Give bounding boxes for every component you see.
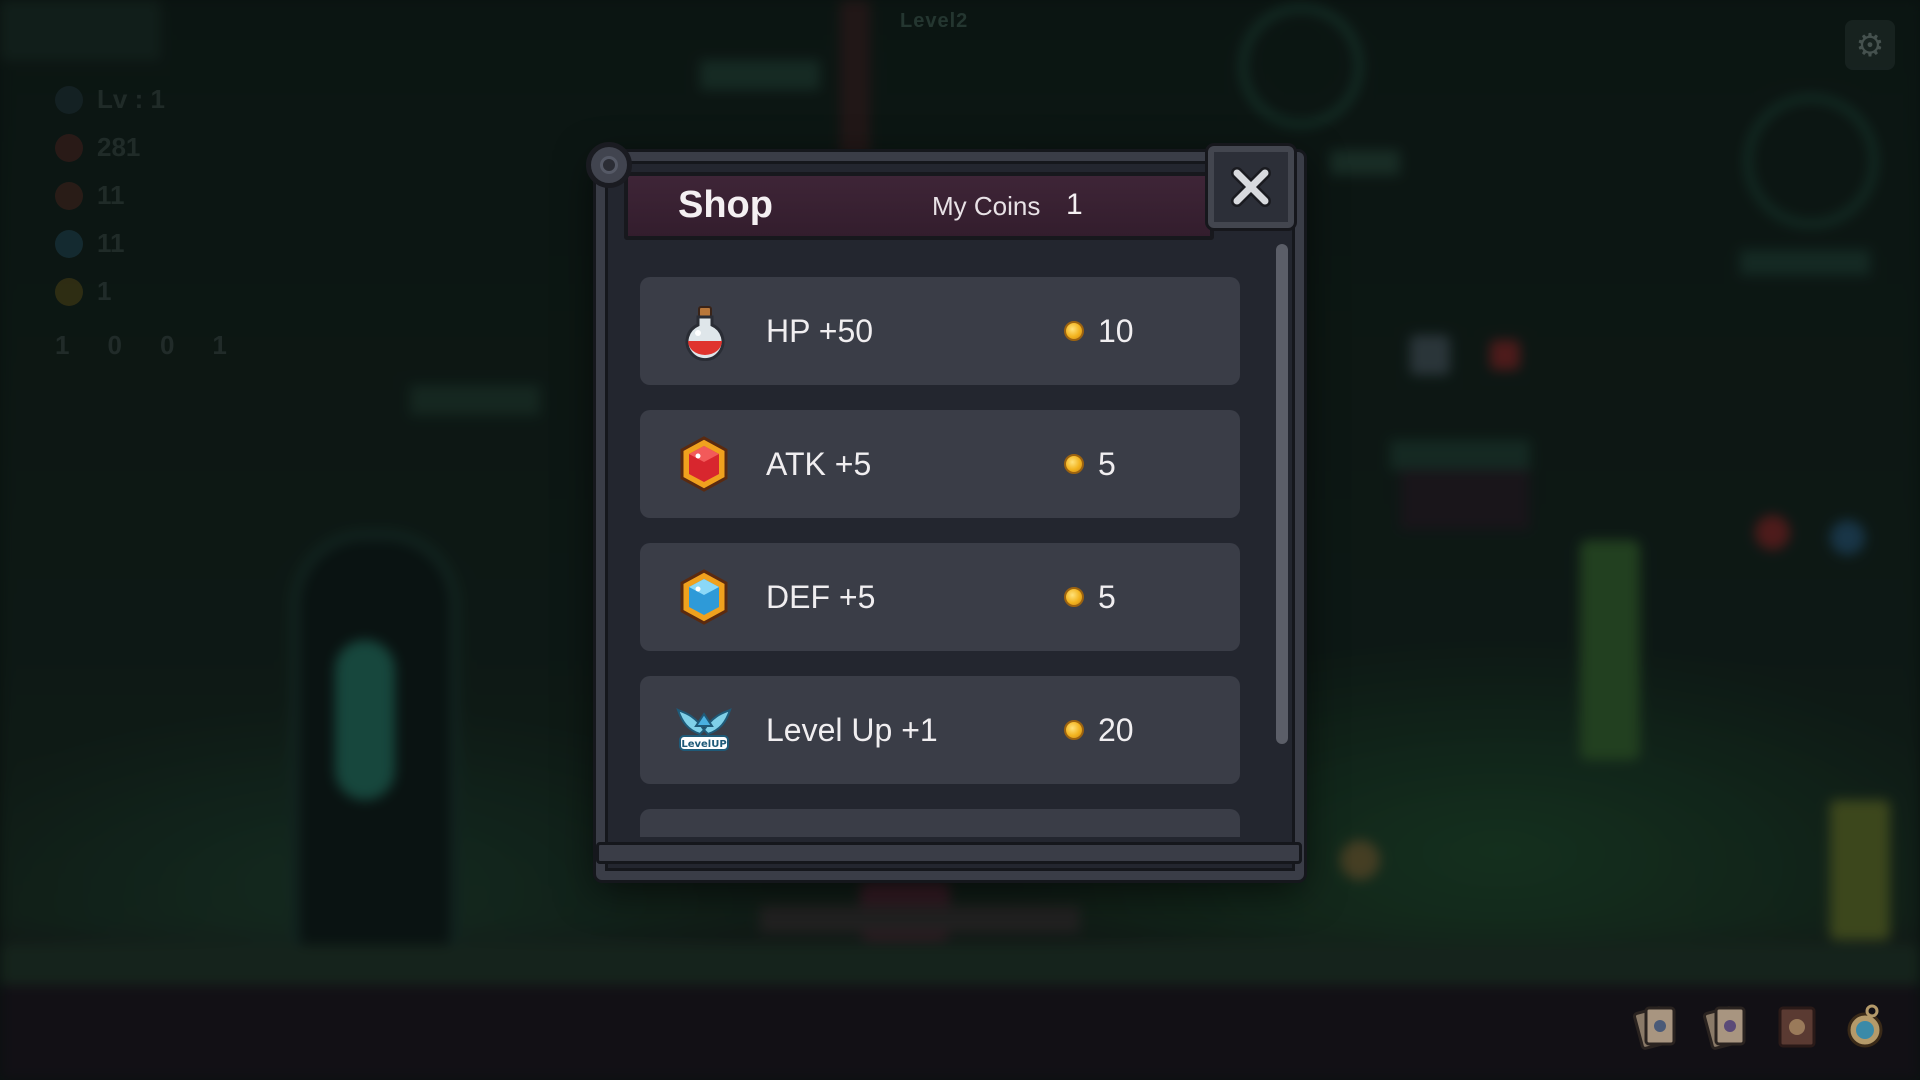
card-deck-icon[interactable]	[1630, 1000, 1684, 1054]
item-label: DEF +5	[766, 579, 876, 615]
close-button[interactable]	[1208, 146, 1294, 228]
card-deck-2-icon[interactable]	[1700, 1000, 1754, 1054]
shop-item-partial[interactable]	[640, 809, 1240, 837]
coin-icon	[1064, 454, 1084, 474]
scroll-thumb[interactable]	[1276, 244, 1288, 744]
shop-item-hp[interactable]: HP +50 10	[640, 277, 1240, 385]
shop-item-list[interactable]: HP +50 10 ATK +5 5 DEF +5 5 LevelUP Leve…	[640, 277, 1252, 837]
level-up-icon: LevelUP	[674, 700, 734, 760]
item-price: 5	[1098, 579, 1116, 615]
frame-knob-icon	[586, 142, 632, 188]
item-label: Level Up +1	[766, 712, 938, 748]
coin-icon	[1064, 587, 1084, 607]
blue-gem-icon	[674, 567, 734, 627]
red-gem-icon	[674, 434, 734, 494]
my-coins-label: My Coins	[932, 191, 1041, 221]
shop-item-def[interactable]: DEF +5 5	[640, 543, 1240, 651]
spellbook-icon[interactable]	[1770, 1000, 1824, 1054]
shop-window: Shop My Coins 1 HP +50 10 ATK +5 5 DEF +…	[586, 142, 1304, 880]
shop-item-level-up[interactable]: LevelUP Level Up +1 20	[640, 676, 1240, 784]
level-up-badge-text: LevelUP	[681, 739, 726, 750]
item-label: ATK +5	[766, 446, 872, 482]
my-coins-value: 1	[1066, 188, 1083, 221]
coin-icon	[1064, 321, 1084, 341]
item-label: HP +50	[766, 313, 874, 349]
close-icon	[1231, 167, 1271, 207]
shop-header: Shop My Coins 1	[624, 172, 1214, 240]
compass-icon[interactable]	[1838, 1000, 1892, 1054]
frame-bottom-rim	[596, 842, 1302, 864]
item-price: 10	[1098, 313, 1134, 349]
item-price: 20	[1098, 712, 1134, 748]
shop-scrollbar[interactable]	[1276, 244, 1288, 844]
shop-item-atk[interactable]: ATK +5 5	[640, 410, 1240, 518]
potion-icon	[674, 301, 734, 362]
coin-icon	[1064, 720, 1084, 740]
item-price: 5	[1098, 446, 1116, 482]
shop-title: Shop	[678, 184, 773, 226]
